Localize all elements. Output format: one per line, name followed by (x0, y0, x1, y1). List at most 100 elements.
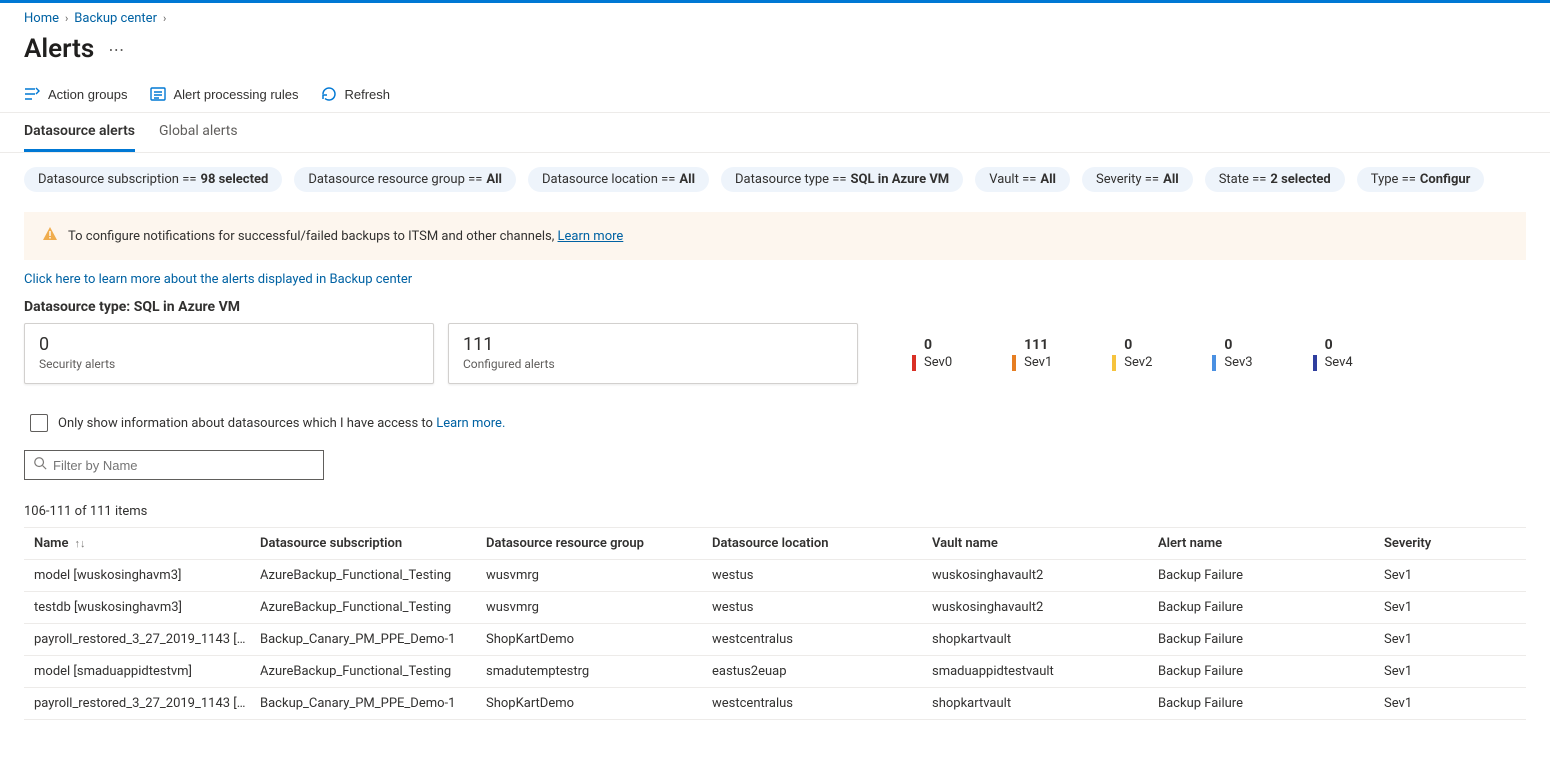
search-icon (33, 456, 47, 474)
table-cell: Sev1 (1384, 568, 1526, 583)
refresh-label: Refresh (345, 87, 391, 102)
tab-global-alerts[interactable]: Global alerts (159, 123, 238, 152)
more-actions-button[interactable]: ⋯ (108, 40, 125, 59)
breadcrumb-backup-center[interactable]: Backup center (74, 11, 157, 26)
breadcrumb-home[interactable]: Home (24, 11, 59, 26)
col-severity[interactable]: Severity (1384, 536, 1526, 551)
severity-tile[interactable]: 0Sev4 (1313, 337, 1353, 371)
filter-pill-label: Type == (1371, 172, 1416, 187)
refresh-button[interactable]: Refresh (321, 86, 391, 102)
severity-color-bar (912, 355, 916, 371)
filter-pill-value: All (1040, 172, 1056, 187)
table-row[interactable]: model [smaduappidtestvm]AzureBackup_Func… (24, 656, 1526, 688)
security-alerts-count: 0 (39, 334, 419, 355)
filter-pill[interactable]: Vault == All (975, 167, 1070, 192)
col-alert-name[interactable]: Alert name (1158, 536, 1384, 551)
sort-icon: ↑↓ (74, 537, 85, 550)
table-cell: model [wuskosinghavm3] (34, 568, 260, 583)
severity-count: 0 (1212, 337, 1252, 353)
col-vault[interactable]: Vault name (932, 536, 1158, 551)
table-cell: shopkartvault (932, 696, 1158, 711)
configured-alerts-card[interactable]: 111 Configured alerts (448, 323, 858, 384)
severity-color-bar (1012, 355, 1016, 371)
severity-tile[interactable]: 0Sev2 (1112, 337, 1152, 371)
security-alerts-card[interactable]: 0 Security alerts (24, 323, 434, 384)
severity-count: 0 (1313, 337, 1353, 353)
table-cell: testdb [wuskosinghavm3] (34, 600, 260, 615)
table-cell: Backup Failure (1158, 696, 1384, 711)
severity-color-bar (1112, 355, 1116, 371)
table-cell: ShopKartDemo (486, 632, 712, 647)
tab-datasource-alerts[interactable]: Datasource alerts (24, 123, 135, 152)
col-resource-group[interactable]: Datasource resource group (486, 536, 712, 551)
table-cell: AzureBackup_Functional_Testing (260, 664, 486, 679)
access-filter-learn-more-link[interactable]: Learn more. (436, 416, 505, 431)
results-count: 106-111 of 111 items (0, 490, 1550, 527)
section-label: Datasource type: SQL in Azure VM (0, 299, 1550, 323)
banner-learn-more-link[interactable]: Learn more (558, 229, 624, 244)
filter-pill[interactable]: State == 2 selected (1205, 167, 1345, 192)
filter-pill-value: SQL in Azure VM (851, 172, 950, 187)
severity-tile[interactable]: 0 Sev3 (1212, 337, 1252, 371)
table-cell: westcentralus (712, 696, 932, 711)
table-cell: wuskosinghavault2 (932, 600, 1158, 615)
filter-pill-label: Datasource type == (735, 172, 847, 187)
severity-tile[interactable]: 0Sev0 (912, 337, 952, 371)
alerts-info-link[interactable]: Click here to learn more about the alert… (24, 272, 412, 287)
filter-pill-value: Configur (1420, 172, 1471, 187)
filter-pill-value: All (486, 172, 502, 187)
table-cell: shopkartvault (932, 632, 1158, 647)
filter-pill[interactable]: Severity == All (1082, 167, 1193, 192)
alert-processing-rules-button[interactable]: Alert processing rules (150, 86, 299, 102)
table-cell: Backup Failure (1158, 632, 1384, 647)
table-cell: AzureBackup_Functional_Testing (260, 568, 486, 583)
filter-pill[interactable]: Datasource subscription == 98 selected (24, 167, 282, 192)
security-alerts-label: Security alerts (39, 357, 419, 371)
name-filter-input[interactable] (53, 458, 315, 473)
severity-tile[interactable]: 111 Sev1 (1012, 337, 1052, 371)
severity-count: 111 (1012, 337, 1052, 353)
severity-label: Sev3 (1224, 355, 1252, 370)
table-row[interactable]: model [wuskosinghavm3]AzureBackup_Functi… (24, 560, 1526, 592)
alert-rules-label: Alert processing rules (174, 87, 299, 102)
chevron-right-icon: › (65, 12, 68, 25)
table-cell: model [smaduappidtestvm] (34, 664, 260, 679)
table-cell: Backup_Canary_PM_PPE_Demo-1 (260, 632, 486, 647)
filter-pill-value: 98 selected (200, 172, 268, 187)
table-row[interactable]: payroll_restored_3_27_2019_1143 [s...Bac… (24, 688, 1526, 720)
severity-summary: 0Sev0111Sev10Sev20Sev30Sev4 (912, 323, 1526, 384)
refresh-icon (321, 86, 337, 102)
col-name[interactable]: Name↑↓ (34, 536, 260, 551)
name-filter-input-wrapper[interactable] (24, 450, 324, 480)
filter-pill[interactable]: Type == Configur (1357, 167, 1485, 192)
col-subscription[interactable]: Datasource subscription (260, 536, 486, 551)
banner-message: To configure notifications for successfu… (68, 229, 558, 244)
filter-pill[interactable]: Datasource type == SQL in Azure VM (721, 167, 963, 192)
table-cell: wuskosinghavault2 (932, 568, 1158, 583)
breadcrumb: Home › Backup center › (0, 3, 1550, 30)
severity-label: Sev1 (1024, 355, 1052, 370)
table-cell: Backup_Canary_PM_PPE_Demo-1 (260, 696, 486, 711)
action-groups-button[interactable]: Action groups (24, 86, 128, 102)
banner-text: To configure notifications for successfu… (68, 229, 623, 244)
filter-pill-label: Vault == (989, 172, 1036, 187)
severity-label: Sev2 (1124, 355, 1152, 370)
severity-count: 0 (912, 337, 952, 353)
table-row[interactable]: payroll_restored_3_27_2019_1143 [s...Bac… (24, 624, 1526, 656)
table-header: Name↑↓ Datasource subscription Datasourc… (24, 527, 1526, 560)
access-filter-checkbox[interactable] (30, 414, 48, 432)
table-cell: payroll_restored_3_27_2019_1143 [s... (34, 696, 260, 711)
configured-alerts-count: 111 (463, 334, 843, 355)
filter-pill-label: Datasource subscription == (38, 172, 196, 187)
table-row[interactable]: testdb [wuskosinghavm3]AzureBackup_Funct… (24, 592, 1526, 624)
table-cell: Sev1 (1384, 664, 1526, 679)
table-cell: payroll_restored_3_27_2019_1143 [s... (34, 632, 260, 647)
col-location[interactable]: Datasource location (712, 536, 932, 551)
filter-pill-value: All (1163, 172, 1179, 187)
filter-pill[interactable]: Datasource location == All (528, 167, 709, 192)
table-cell: wusvmrg (486, 568, 712, 583)
table-cell: Backup Failure (1158, 600, 1384, 615)
filter-pill[interactable]: Datasource resource group == All (294, 167, 516, 192)
configured-alerts-label: Configured alerts (463, 357, 843, 371)
action-groups-icon (24, 86, 40, 102)
